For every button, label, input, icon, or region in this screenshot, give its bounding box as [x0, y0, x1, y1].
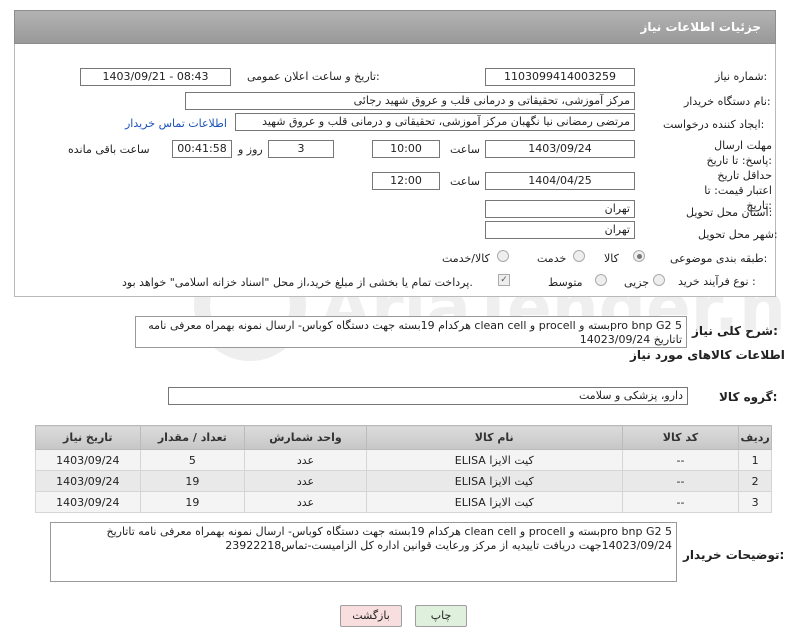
cell-row-number: 3 — [738, 491, 772, 513]
days-and-label: روز و — [238, 143, 263, 156]
print-button[interactable]: چاپ — [415, 605, 467, 627]
table-row: 3 -- کیت الایزا ELISA عدد 19 1403/09/24 — [35, 491, 772, 513]
category-option-service: خدمت — [537, 252, 567, 265]
col-need-date: تاریخ نیاز — [35, 425, 141, 450]
table-row: 2 -- کیت الایزا ELISA عدد 19 1403/09/24 — [35, 470, 772, 492]
purchase-type-label: نوع فرآیند خرید : — [678, 275, 756, 288]
cell-quantity: 5 — [139, 449, 246, 471]
goods-group-label: گروه کالا: — [719, 390, 778, 404]
col-row-number: ردیف — [738, 425, 772, 450]
category-option-goods: کالا — [604, 252, 619, 265]
page-title: جزئیات اطلاعات نیاز — [640, 20, 761, 34]
back-button[interactable]: بازگشت — [340, 605, 402, 627]
announce-datetime-label: تاریخ و ساعت اعلان عمومی: — [247, 70, 380, 83]
cell-item-name: کیت الایزا ELISA — [365, 470, 623, 492]
general-desc-text: pro bnp G2 5بسته و procell و clean cell … — [135, 316, 687, 348]
reply-date-field: 1403/09/24 — [485, 140, 635, 158]
goods-group-field: دارو، پزشکی و سلامت — [168, 387, 688, 405]
general-desc-label: شرح کلی نیاز: — [692, 324, 778, 338]
need-number-field: 1103099414003259 — [485, 68, 635, 86]
cell-need-date: 1403/09/24 — [35, 470, 141, 492]
col-quantity: تعداد / مقدار — [139, 425, 246, 450]
validity-time-field: 12:00 — [372, 172, 440, 190]
remaining-label: ساعت باقی مانده — [68, 143, 150, 156]
category-radio-service[interactable] — [573, 250, 585, 262]
cell-unit: عدد — [244, 470, 367, 492]
cell-unit: عدد — [244, 449, 367, 471]
city-field: تهران — [485, 221, 635, 239]
panel-header: جزئیات اطلاعات نیاز — [14, 10, 776, 44]
requester-label: ایجاد کننده درخواست: — [663, 118, 765, 131]
buyer-notes-label: توضیحات خریدار: — [683, 548, 785, 562]
table-row: 1 -- کیت الایزا ELISA عدد 5 1403/09/24 — [35, 449, 772, 471]
validity-time-label: ساعت — [450, 175, 480, 188]
payment-note: پرداخت تمام یا بخشی از مبلغ خرید،از محل … — [122, 276, 473, 289]
cell-quantity: 19 — [139, 491, 246, 513]
cell-row-number: 2 — [738, 470, 772, 492]
cell-item-code: -- — [621, 470, 740, 492]
announce-datetime-field: 1403/09/21 - 08:43 — [80, 68, 231, 86]
cell-quantity: 19 — [139, 470, 246, 492]
purchase-radio-minor[interactable] — [653, 274, 665, 286]
buyer-org-field: مرکز آموزشی، تحقیقاتی و درمانی قلب و عرو… — [185, 92, 635, 110]
remaining-time-field: 00:41:58 — [172, 140, 232, 158]
buyer-org-label: نام دستگاه خریدار: — [684, 95, 771, 108]
payment-checkbox[interactable]: ✓ — [498, 274, 510, 286]
city-label: شهر محل تحویل: — [698, 228, 778, 241]
reply-time-field: 10:00 — [372, 140, 440, 158]
cell-unit: عدد — [244, 491, 367, 513]
cell-row-number: 1 — [738, 449, 772, 471]
table-header-row: ردیف کد کالا نام کالا واحد شمارش تعداد /… — [35, 425, 772, 450]
need-number-label: شماره نیاز: — [715, 70, 768, 83]
goods-table: ردیف کد کالا نام کالا واحد شمارش تعداد /… — [35, 425, 772, 513]
col-item-name: نام کالا — [365, 425, 623, 450]
cell-item-code: -- — [621, 491, 740, 513]
category-option-both: کالا/خدمت — [442, 252, 490, 265]
requester-field: مرتضی رمضانی نیا نگهبان مرکز آموزشی، تحق… — [235, 113, 635, 131]
reply-days-field: 3 — [268, 140, 334, 158]
cell-item-name: کیت الایزا ELISA — [365, 491, 623, 513]
buyer-contact-link[interactable]: اطلاعات تماس خریدار — [125, 117, 227, 130]
cell-item-name: کیت الایزا ELISA — [365, 449, 623, 471]
category-radio-both[interactable] — [497, 250, 509, 262]
cell-item-code: -- — [621, 449, 740, 471]
goods-info-heading: اطلاعات کالاهای مورد نیاز — [630, 348, 785, 362]
reply-deadline-label: مهلت ارسال پاسخ: تا تاریخ: — [706, 139, 772, 167]
purchase-option-minor: جزیی — [624, 276, 650, 289]
validity-date-field: 1404/04/25 — [485, 172, 635, 190]
col-item-code: کد کالا — [621, 425, 740, 450]
buyer-notes-text: pro bnp G2 5بسته و procell و clean cell … — [50, 522, 677, 582]
category-radio-goods[interactable] — [633, 250, 645, 262]
reply-time-label: ساعت — [450, 143, 480, 156]
province-label: استان محل تحویل: — [686, 206, 773, 219]
province-field: تهران — [485, 200, 635, 218]
col-unit: واحد شمارش — [244, 425, 367, 450]
cell-need-date: 1403/09/24 — [35, 449, 141, 471]
purchase-radio-medium[interactable] — [595, 274, 607, 286]
category-label: طبقه بندی موضوعی: — [670, 252, 768, 265]
cell-need-date: 1403/09/24 — [35, 491, 141, 513]
purchase-option-medium: متوسط — [548, 276, 583, 289]
